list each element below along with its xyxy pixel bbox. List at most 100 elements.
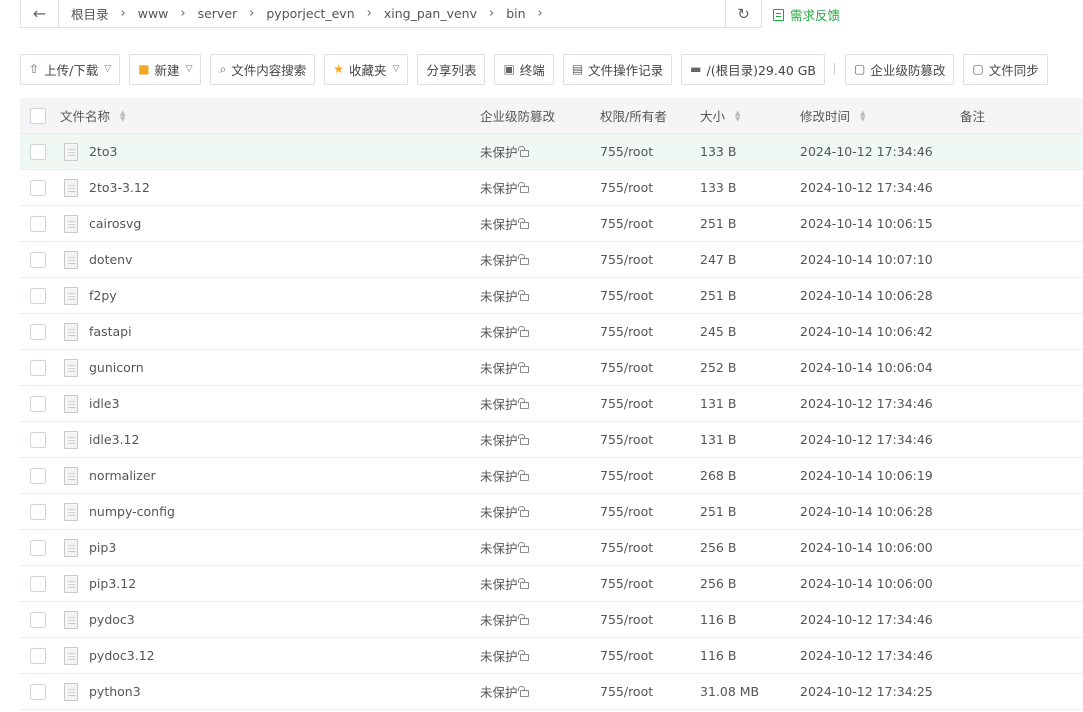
file-name[interactable]: pydoc3.12 (89, 648, 155, 663)
table-row[interactable]: numpy-config 未保护 755/root 251 B 2024-10-14 1… (20, 494, 1083, 530)
row-checkbox[interactable] (30, 612, 46, 628)
protect-cell[interactable]: 未保护 (480, 538, 529, 557)
feedback-link[interactable]: 需求反馈 (773, 5, 840, 24)
row-checkbox[interactable] (30, 396, 46, 412)
permission-cell[interactable]: 755/root (600, 360, 653, 375)
protect-cell[interactable]: 未保护 (480, 142, 529, 161)
table-row[interactable]: pip3 未保护 755/root 256 B 2024-10-14 10:06:00 (20, 530, 1083, 566)
row-checkbox[interactable] (30, 648, 46, 664)
column-name[interactable]: 文件名称 ▲ ▼ (60, 106, 125, 125)
table-row[interactable]: f2py 未保护 755/root 251 B 2024-10-14 10:06:28 (20, 278, 1083, 314)
back-button[interactable]: ← (21, 0, 59, 27)
protect-cell[interactable]: 未保护 (480, 646, 529, 665)
breadcrumb-root[interactable]: 根目录 (65, 4, 115, 23)
protect-cell[interactable]: 未保护 (480, 250, 529, 269)
permission-cell[interactable]: 755/root (600, 612, 653, 627)
file-name[interactable]: idle3.12 (89, 432, 139, 447)
protect-cell[interactable]: 未保护 (480, 394, 529, 413)
protect-cell[interactable]: 未保护 (480, 502, 529, 521)
file-name[interactable]: pip3.12 (89, 576, 136, 591)
row-checkbox[interactable] (30, 684, 46, 700)
row-checkbox[interactable] (30, 288, 46, 304)
table-row[interactable]: idle3.12 未保护 755/root 131 B 2024-10-12 17:34… (20, 422, 1083, 458)
breadcrumb-xing-pan-venv[interactable]: xing_pan_venv (378, 6, 483, 21)
row-checkbox[interactable] (30, 180, 46, 196)
permission-cell[interactable]: 755/root (600, 504, 653, 519)
protect-cell[interactable]: 未保护 (480, 610, 529, 629)
protect-cell[interactable]: 未保护 (480, 466, 529, 485)
new-button[interactable]: ■ 新建 ▽ (129, 53, 202, 85)
permission-cell[interactable]: 755/root (600, 432, 653, 447)
file-name[interactable]: dotenv (89, 252, 133, 267)
file-name[interactable]: pydoc3 (89, 612, 135, 627)
breadcrumb-pyporject-evn[interactable]: pyporject_evn (260, 6, 360, 21)
file-name[interactable]: normalizer (89, 468, 156, 483)
table-row[interactable]: 2to3-3.12 未保护 755/root 133 B 2024-10-12 17:3… (20, 170, 1083, 206)
tamper-protect-button[interactable]: ▢ 企业级防篡改 (845, 53, 955, 85)
share-list-button[interactable]: 分享列表 (417, 53, 486, 85)
permission-cell[interactable]: 755/root (600, 216, 653, 231)
refresh-button[interactable]: ↻ (725, 0, 761, 27)
permission-cell[interactable]: 755/root (600, 324, 653, 339)
row-checkbox[interactable] (30, 540, 46, 556)
select-all-checkbox[interactable] (30, 108, 46, 124)
content-search-button[interactable]: ⌕ 文件内容搜索 (210, 53, 316, 85)
row-checkbox[interactable] (30, 504, 46, 520)
row-checkbox[interactable] (30, 216, 46, 232)
table-row[interactable]: dotenv 未保护 755/root 247 B 2024-10-14 10:07:1… (20, 242, 1083, 278)
breadcrumb-www[interactable]: www (132, 6, 175, 21)
permission-cell[interactable]: 755/root (600, 468, 653, 483)
file-name[interactable]: gunicorn (89, 360, 144, 375)
permission-cell[interactable]: 755/root (600, 180, 653, 195)
file-name[interactable]: pip3 (89, 540, 116, 555)
breadcrumb-bin[interactable]: bin (500, 6, 531, 21)
file-name[interactable]: cairosvg (89, 216, 141, 231)
protect-cell[interactable]: 未保护 (480, 682, 529, 701)
permission-cell[interactable]: 755/root (600, 684, 653, 699)
row-checkbox[interactable] (30, 144, 46, 160)
row-checkbox[interactable] (30, 432, 46, 448)
terminal-button[interactable]: ▣ 终端 (494, 53, 554, 85)
table-row[interactable]: 2to3 未保护 755/root 133 B 2024-10-12 17:34:46 (20, 134, 1083, 170)
column-mtime[interactable]: 修改时间 ▲ ▼ (800, 106, 865, 125)
permission-cell[interactable]: 755/root (600, 144, 653, 159)
row-checkbox[interactable] (30, 468, 46, 484)
table-row[interactable]: fastapi 未保护 755/root 245 B 2024-10-14 10:06:… (20, 314, 1083, 350)
permission-cell[interactable]: 755/root (600, 288, 653, 303)
permission-cell[interactable]: 755/root (600, 648, 653, 663)
file-name[interactable]: numpy-config (89, 504, 175, 519)
permission-cell[interactable]: 755/root (600, 396, 653, 411)
table-row[interactable]: idle3 未保护 755/root 131 B 2024-10-12 17:34:46 (20, 386, 1083, 422)
row-checkbox[interactable] (30, 576, 46, 592)
file-name[interactable]: python3 (89, 684, 141, 699)
file-name[interactable]: 2to3-3.12 (89, 180, 150, 195)
protect-cell[interactable]: 未保护 (480, 214, 529, 233)
permission-cell[interactable]: 755/root (600, 576, 653, 591)
file-name[interactable]: fastapi (89, 324, 132, 339)
table-row[interactable]: normalizer 未保护 755/root 268 B 2024-10-14 10:… (20, 458, 1083, 494)
disk-button[interactable]: ▬ /(根目录)29.40 GB (681, 53, 826, 85)
operation-log-button[interactable]: ▤ 文件操作记录 (562, 53, 673, 85)
protect-cell[interactable]: 未保护 (480, 574, 529, 593)
file-sync-button[interactable]: ▢ 文件同步 (963, 53, 1048, 85)
breadcrumb-server[interactable]: server (192, 6, 244, 21)
file-name[interactable]: f2py (89, 288, 117, 303)
column-size[interactable]: 大小 ▲ ▼ (700, 106, 740, 125)
protect-cell[interactable]: 未保护 (480, 178, 529, 197)
row-checkbox[interactable] (30, 252, 46, 268)
table-row[interactable]: gunicorn 未保护 755/root 252 B 2024-10-14 10:06… (20, 350, 1083, 386)
upload-download-button[interactable]: ⇧ 上传/下载 ▽ (20, 53, 121, 85)
table-row[interactable]: pydoc3 未保护 755/root 116 B 2024-10-12 17:34:4… (20, 602, 1083, 638)
protect-cell[interactable]: 未保护 (480, 430, 529, 449)
favorites-button[interactable]: ★ 收藏夹 ▽ (324, 53, 409, 85)
file-name[interactable]: 2to3 (89, 144, 117, 159)
row-checkbox[interactable] (30, 324, 46, 340)
permission-cell[interactable]: 755/root (600, 540, 653, 555)
table-row[interactable]: cairosvg 未保护 755/root 251 B 2024-10-14 10:06… (20, 206, 1083, 242)
permission-cell[interactable]: 755/root (600, 252, 653, 267)
protect-cell[interactable]: 未保护 (480, 322, 529, 341)
table-row[interactable]: python3 未保护 755/root 31.08 MB 2024-10-12 17:… (20, 674, 1083, 710)
protect-cell[interactable]: 未保护 (480, 286, 529, 305)
file-name[interactable]: idle3 (89, 396, 120, 411)
table-row[interactable]: pip3.12 未保护 755/root 256 B 2024-10-14 10:06:… (20, 566, 1083, 602)
